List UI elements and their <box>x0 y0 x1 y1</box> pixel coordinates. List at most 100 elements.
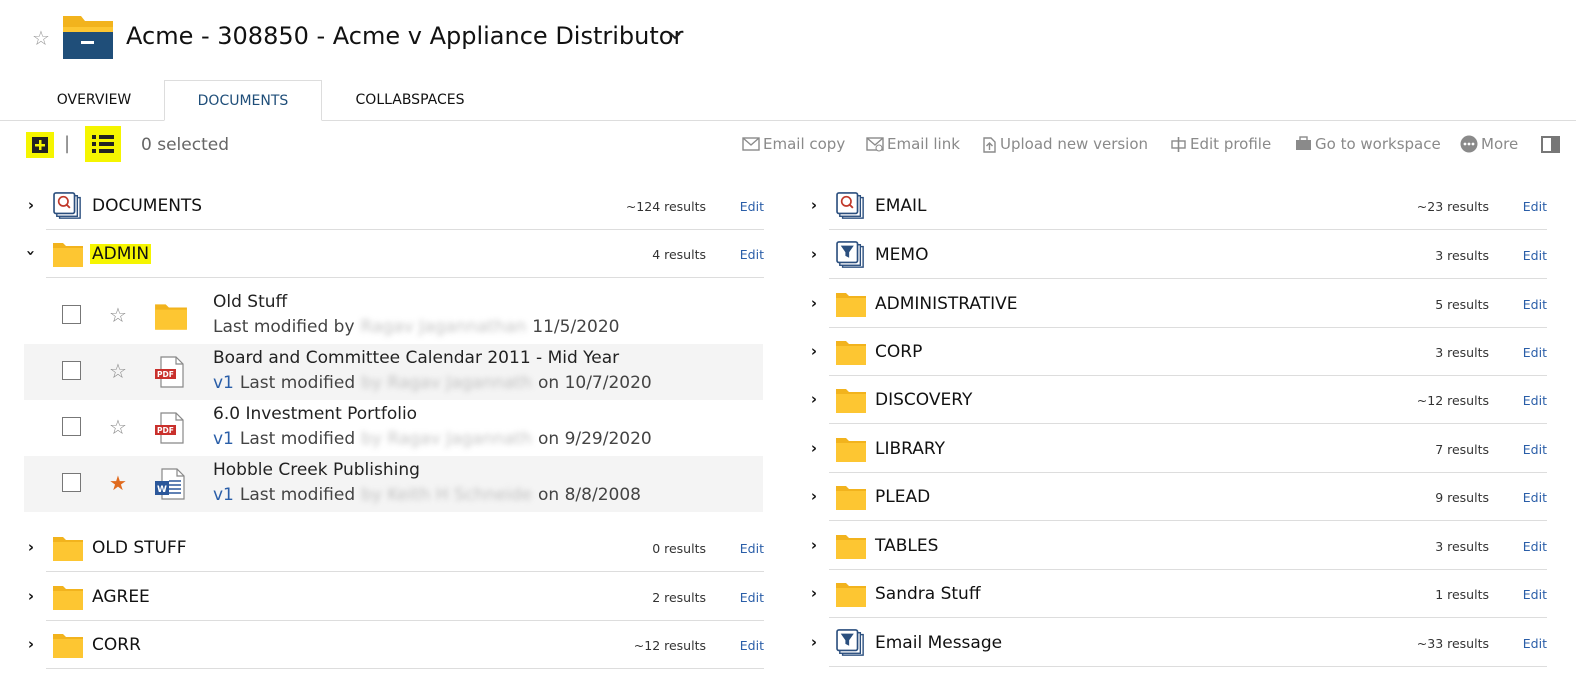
version-link[interactable]: v1 <box>213 485 234 505</box>
list-item[interactable]: ☆ Old Stuff Last modified by Ragav Jagan… <box>24 288 763 344</box>
email-link-button[interactable]: Email link <box>866 135 960 153</box>
expand-caret-icon[interactable]: › <box>24 587 38 605</box>
edit-link[interactable]: Edit <box>1523 393 1547 408</box>
expand-caret-icon[interactable]: › <box>807 390 821 408</box>
expand-caret-icon[interactable]: › <box>807 196 821 214</box>
group-name: MEMO <box>875 245 929 265</box>
edit-link[interactable]: Edit <box>1523 345 1547 360</box>
toggle-panel-icon[interactable] <box>1541 136 1560 153</box>
star-outline-icon[interactable]: ☆ <box>109 303 127 327</box>
item-title[interactable]: Hobble Creek Publishing <box>213 460 420 480</box>
modified-date: on 8/8/2008 <box>538 485 641 505</box>
folder-icon <box>52 534 84 562</box>
edit-link[interactable]: Edit <box>1523 248 1547 263</box>
go-to-workspace-button[interactable]: Go to workspace <box>1295 135 1441 153</box>
group-library[interactable]: › LIBRARY 7 results Edit <box>807 425 1547 473</box>
group-administrative[interactable]: › ADMINISTRATIVE 5 results Edit <box>807 280 1547 328</box>
add-icon[interactable] <box>26 132 54 158</box>
item-title[interactable]: 6.0 Investment Portfolio <box>213 404 417 424</box>
result-count: 4 results <box>652 247 706 262</box>
edit-link[interactable]: Edit <box>1523 199 1547 214</box>
expand-caret-icon[interactable]: › <box>807 245 821 263</box>
modified-date: on 9/29/2020 <box>537 429 652 449</box>
expand-caret-icon[interactable]: › <box>24 635 38 653</box>
group-plead[interactable]: › PLEAD 9 results Edit <box>807 473 1547 521</box>
select-checkbox[interactable] <box>62 361 81 380</box>
edit-link[interactable]: Edit <box>740 247 764 262</box>
upload-icon <box>983 136 996 153</box>
edit-link[interactable]: Edit <box>740 638 764 653</box>
group-agree[interactable]: › AGREE 2 results Edit <box>24 573 764 621</box>
group-corp[interactable]: › CORP 3 results Edit <box>807 328 1547 376</box>
group-corr[interactable]: › CORR ~12 results Edit <box>24 621 764 669</box>
edit-link[interactable]: Edit <box>1523 539 1547 554</box>
edit-link[interactable]: Edit <box>1523 442 1547 457</box>
list-item[interactable]: ☆ 6.0 Investment Portfolio v1 Last modif… <box>24 400 763 456</box>
select-checkbox[interactable] <box>62 417 81 436</box>
email-copy-icon <box>742 137 760 151</box>
list-view-icon[interactable] <box>85 126 121 162</box>
collapse-caret-icon[interactable]: › <box>22 246 40 260</box>
group-email[interactable]: › EMAIL ~23 results Edit <box>807 182 1547 230</box>
expand-caret-icon[interactable]: › <box>807 487 821 505</box>
tab-collabspaces[interactable]: COLLABSPACES <box>338 80 482 121</box>
folder-icon <box>835 532 867 560</box>
group-name: Sandra Stuff <box>875 584 981 604</box>
expand-caret-icon[interactable]: › <box>807 439 821 457</box>
group-old-stuff[interactable]: › OLD STUFF 0 results Edit <box>24 524 764 572</box>
group-name: ADMINISTRATIVE <box>875 294 1018 314</box>
email-copy-button[interactable]: Email copy <box>742 135 845 153</box>
group-tables[interactable]: › TABLES 3 results Edit <box>807 522 1547 570</box>
edit-profile-button[interactable]: Edit profile <box>1170 135 1271 153</box>
folder-icon <box>835 386 867 414</box>
pdf-icon <box>154 356 188 388</box>
author-name: by Keith H Schneide <box>361 485 533 505</box>
edit-link[interactable]: Edit <box>740 590 764 605</box>
item-title[interactable]: Old Stuff <box>213 292 287 312</box>
expand-caret-icon[interactable]: › <box>807 536 821 554</box>
chevron-down-icon[interactable] <box>667 28 683 44</box>
list-item[interactable]: ★ Hobble Creek Publishing v1 Last modifi… <box>24 456 763 512</box>
group-email-message[interactable]: › Email Message ~33 results Edit <box>807 619 1547 667</box>
star-outline-icon[interactable]: ☆ <box>109 415 127 439</box>
list-item[interactable]: ☆ Board and Committee Calendar 2011 - Mi… <box>24 344 763 400</box>
more-button[interactable]: More <box>1460 135 1518 153</box>
tab-overview[interactable]: OVERVIEW <box>40 80 148 121</box>
favorite-star-icon[interactable]: ☆ <box>32 26 50 50</box>
expand-caret-icon[interactable]: › <box>24 538 38 556</box>
expand-caret-icon[interactable]: › <box>807 584 821 602</box>
pdf-icon <box>154 412 188 444</box>
group-memo[interactable]: › MEMO 3 results Edit <box>807 231 1547 279</box>
group-discovery[interactable]: › DISCOVERY ~12 results Edit <box>807 376 1547 424</box>
item-meta: v1 Last modified by Ragav Jagannath on 1… <box>213 373 652 393</box>
star-outline-icon[interactable]: ☆ <box>109 359 127 383</box>
item-title[interactable]: Board and Committee Calendar 2011 - Mid … <box>213 348 619 368</box>
briefcase-icon <box>1296 136 1311 150</box>
expand-caret-icon[interactable]: › <box>807 633 821 651</box>
tab-documents[interactable]: DOCUMENTS <box>164 80 322 121</box>
upload-new-version-button[interactable]: Upload new version <box>981 135 1148 153</box>
modified-date: 11/5/2020 <box>532 317 620 337</box>
edit-link[interactable]: Edit <box>1523 297 1547 312</box>
select-checkbox[interactable] <box>62 305 81 324</box>
version-link[interactable]: v1 <box>213 429 234 449</box>
edit-link[interactable]: Edit <box>1523 587 1547 602</box>
expand-caret-icon[interactable]: › <box>807 342 821 360</box>
edit-link[interactable]: Edit <box>740 541 764 556</box>
result-count: 3 results <box>1435 539 1489 554</box>
expand-caret-icon[interactable]: › <box>24 196 38 214</box>
group-documents[interactable]: › DOCUMENTS ~124 results Edit <box>24 182 764 230</box>
result-count: 2 results <box>652 590 706 605</box>
group-sandra-stuff[interactable]: › Sandra Stuff 1 results Edit <box>807 570 1547 618</box>
group-admin[interactable]: › ADMIN 4 results Edit <box>22 230 764 278</box>
expand-caret-icon[interactable]: › <box>807 294 821 312</box>
toolbar-separator: | <box>64 133 71 154</box>
edit-link[interactable]: Edit <box>740 199 764 214</box>
edit-link[interactable]: Edit <box>1523 490 1547 505</box>
version-link[interactable]: v1 <box>213 373 234 393</box>
page-title: Acme - 308850 - Acme v Appliance Distrib… <box>126 22 684 50</box>
select-checkbox[interactable] <box>62 473 81 492</box>
star-filled-icon[interactable]: ★ <box>109 471 127 495</box>
folder-icon <box>835 338 867 366</box>
edit-link[interactable]: Edit <box>1523 636 1547 651</box>
